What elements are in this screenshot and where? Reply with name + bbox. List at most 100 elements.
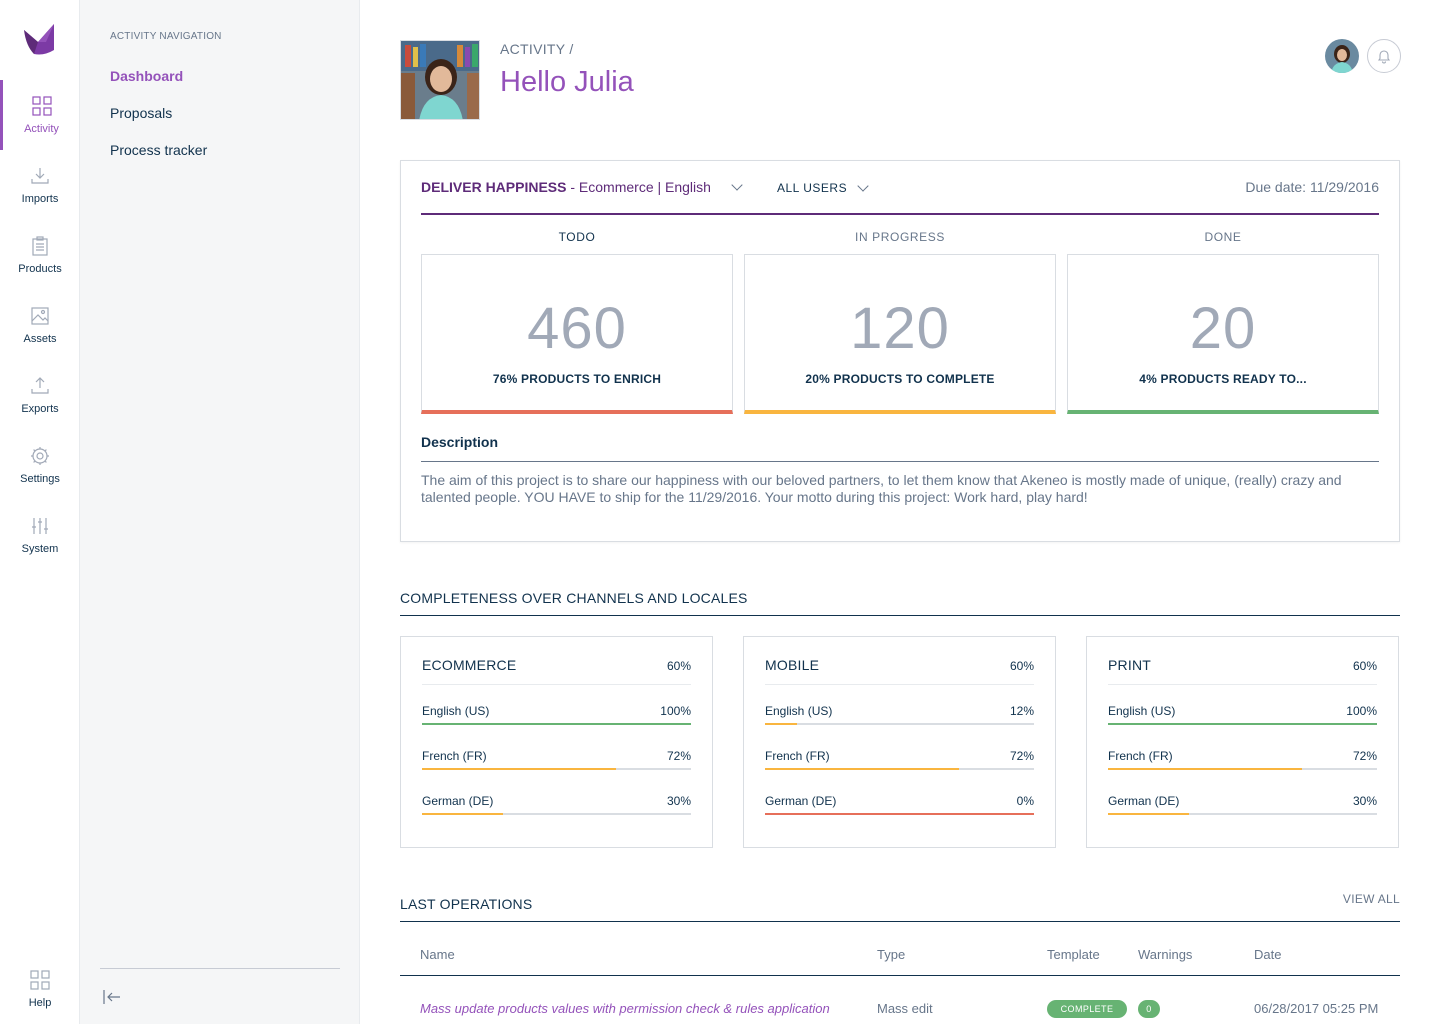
channel-percent: 60% bbox=[1009, 659, 1034, 673]
stat-count: 20 bbox=[1189, 296, 1257, 361]
notifications-button[interactable] bbox=[1367, 39, 1401, 73]
menu-item-imports[interactable]: Imports bbox=[0, 150, 80, 220]
locale-percent: 100% bbox=[1346, 704, 1377, 718]
progress-track bbox=[1108, 723, 1377, 725]
project-context: - Ecommerce | English bbox=[566, 179, 711, 195]
locale-row: German (DE) 30% bbox=[422, 794, 691, 815]
column-header-type[interactable]: Type bbox=[877, 947, 905, 962]
locale-percent: 12% bbox=[1009, 704, 1034, 718]
menu-item-label: Help bbox=[28, 997, 52, 1009]
users-selector[interactable]: ALL USERS bbox=[777, 180, 869, 195]
menu-item-help[interactable]: Help bbox=[0, 954, 80, 1024]
warnings-badge: 0 bbox=[1138, 1000, 1160, 1018]
user-photo bbox=[400, 40, 480, 120]
locale-row: German (DE) 30% bbox=[1108, 794, 1377, 815]
description-text: The aim of this project is to share our … bbox=[421, 472, 1342, 505]
nav-divider bbox=[100, 968, 340, 969]
project-selector[interactable]: DELIVER HAPPINESS - Ecommerce | English bbox=[421, 179, 743, 195]
menu-item-exports[interactable]: Exports bbox=[0, 360, 80, 430]
help-grid-icon bbox=[30, 970, 50, 990]
menu-item-system[interactable]: System bbox=[0, 500, 80, 570]
nav-link-dashboard[interactable]: Dashboard bbox=[110, 68, 183, 84]
stat-card-done[interactable]: 20 4% PRODUCTS READY TO... bbox=[1067, 254, 1379, 414]
progress-track bbox=[765, 768, 1034, 770]
stat-subtitle: 4% PRODUCTS READY TO... bbox=[1139, 372, 1307, 386]
menu-item-label: Activity bbox=[24, 123, 59, 135]
progress-fill bbox=[422, 768, 616, 770]
nav-link-process-tracker[interactable]: Process tracker bbox=[110, 142, 207, 158]
export-icon bbox=[31, 377, 49, 394]
progress-fill bbox=[422, 813, 503, 815]
locale-percent: 72% bbox=[1009, 749, 1034, 763]
collapse-panel-icon[interactable] bbox=[102, 988, 122, 1006]
stat-subtitle: 76% PRODUCTS TO ENRICH bbox=[492, 372, 662, 386]
locale-row: English (US) 12% bbox=[765, 704, 1034, 725]
gear-icon bbox=[31, 447, 49, 465]
menu-item-label: Settings bbox=[20, 473, 60, 485]
menu-item-activity[interactable]: Activity bbox=[0, 80, 80, 150]
progress-fill bbox=[765, 768, 959, 770]
channel-card-mobile: MOBILE 60% English (US) 12% French (FR) … bbox=[743, 636, 1056, 848]
locale-name: French (FR) bbox=[1108, 749, 1173, 763]
project-widget: DELIVER HAPPINESS - Ecommerce | English … bbox=[400, 160, 1400, 542]
dashboard-grid-icon bbox=[31, 96, 52, 116]
channel-percent: 60% bbox=[666, 659, 691, 673]
progress-fill bbox=[1108, 768, 1302, 770]
chevron-down-icon bbox=[857, 180, 869, 192]
locale-percent: 30% bbox=[666, 794, 691, 808]
locale-row: French (FR) 72% bbox=[422, 749, 691, 770]
sliders-icon bbox=[32, 518, 48, 534]
channel-header: ECOMMERCE 60% bbox=[422, 657, 691, 685]
table-row[interactable]: Mass update products values with permiss… bbox=[400, 992, 1400, 1024]
description-title: Description bbox=[421, 434, 1379, 462]
channel-name: ECOMMERCE bbox=[422, 657, 517, 673]
stat-card-todo[interactable]: 460 76% PRODUCTS TO ENRICH bbox=[421, 254, 733, 414]
column-title-done: DONE bbox=[1204, 230, 1242, 244]
page-title: Hello Julia bbox=[500, 66, 634, 98]
operation-date: 06/28/2017 05:25 PM bbox=[1254, 1001, 1379, 1016]
user-menu-avatar[interactable] bbox=[1325, 39, 1359, 73]
progress-track bbox=[765, 723, 1034, 725]
image-icon bbox=[31, 307, 49, 325]
locale-name: French (FR) bbox=[765, 749, 830, 763]
locale-row: English (US) 100% bbox=[422, 704, 691, 725]
avatar-image bbox=[1325, 39, 1359, 73]
channel-percent: 60% bbox=[1352, 659, 1377, 673]
column-header-date[interactable]: Date bbox=[1254, 947, 1281, 962]
activity-navigation: ACTIVITY NAVIGATION Dashboard Proposals … bbox=[80, 0, 360, 1024]
nav-section-title: ACTIVITY NAVIGATION bbox=[110, 31, 222, 42]
view-all-link[interactable]: VIEW ALL bbox=[1343, 892, 1400, 906]
column-header-warnings[interactable]: Warnings bbox=[1138, 947, 1192, 962]
progress-track bbox=[422, 813, 691, 815]
progress-fill bbox=[1108, 723, 1377, 725]
locale-name: German (DE) bbox=[1108, 794, 1180, 808]
menu-item-products[interactable]: Products bbox=[0, 220, 80, 290]
channel-card-print: PRINT 60% English (US) 100% French (FR) … bbox=[1086, 636, 1399, 848]
users-selector-label: ALL USERS bbox=[777, 181, 848, 195]
channel-name: MOBILE bbox=[765, 657, 820, 673]
breadcrumb[interactable]: ACTIVITY / bbox=[500, 41, 574, 57]
stat-subtitle: 20% PRODUCTS TO COMPLETE bbox=[805, 372, 995, 386]
akeneo-logo[interactable] bbox=[20, 20, 58, 58]
operations-section-title: LAST OPERATIONS VIEW ALL bbox=[400, 892, 1400, 922]
completeness-section-title: COMPLETENESS OVER CHANNELS AND LOCALES bbox=[400, 590, 1400, 616]
locale-name: English (US) bbox=[765, 704, 833, 718]
progress-fill bbox=[765, 723, 798, 725]
progress-fill bbox=[422, 723, 691, 725]
nav-link-proposals[interactable]: Proposals bbox=[110, 105, 172, 121]
status-badge: COMPLETE bbox=[1047, 1000, 1127, 1018]
column-header-template[interactable]: Template bbox=[1047, 947, 1100, 962]
stat-count: 120 bbox=[850, 296, 950, 361]
progress-track bbox=[422, 768, 691, 770]
main-menu: Activity Imports Products Assets Exports… bbox=[0, 0, 80, 1024]
project-toolbar: DELIVER HAPPINESS - Ecommerce | English … bbox=[421, 169, 1379, 215]
completeness-title: COMPLETENESS OVER CHANNELS AND LOCALES bbox=[400, 590, 748, 606]
menu-item-settings[interactable]: Settings bbox=[0, 430, 80, 500]
operation-name[interactable]: Mass update products values with permiss… bbox=[420, 1001, 830, 1016]
menu-item-label: Imports bbox=[21, 193, 59, 205]
column-header-name[interactable]: Name bbox=[420, 947, 455, 962]
clipboard-icon bbox=[32, 236, 48, 256]
locale-row: German (DE) 0% bbox=[765, 794, 1034, 815]
menu-item-assets[interactable]: Assets bbox=[0, 290, 80, 360]
stat-card-in-progress[interactable]: 120 20% PRODUCTS TO COMPLETE bbox=[744, 254, 1056, 414]
